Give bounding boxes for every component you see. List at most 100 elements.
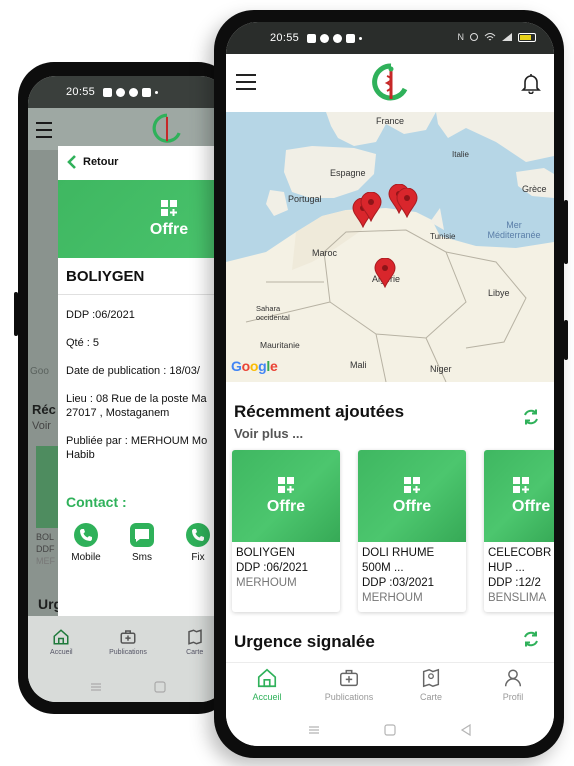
card-name: DOLI RHUME 500M ... [362,547,435,574]
back-triangle-icon[interactable] [459,723,473,737]
map-label-espagne: Espagne [330,168,366,178]
home-square-icon[interactable] [153,680,167,694]
card-banner: Offre [358,450,466,542]
alarm-status-icon [470,33,478,41]
recents-icon[interactable] [89,680,103,694]
map-view[interactable]: France Italie Espagne Portugal Grèce Tun… [226,112,554,382]
app-status-icon [129,87,139,97]
google-letter: G [231,358,242,374]
system-nav [226,714,554,746]
message-status-icon [116,87,126,97]
contact-sms-button[interactable]: Sms [114,522,170,563]
mail-status-icon [346,33,356,43]
status-time: 20:55 [270,32,300,44]
status-icons [307,33,363,43]
refresh-icon[interactable] [522,408,540,426]
quantity-line: Qté : 5 [66,337,100,349]
status-right-icons: N [458,32,536,42]
nav-publications[interactable]: Publications [308,663,390,714]
menu-icon[interactable] [236,74,256,90]
card-name: BOLIYGEN [236,547,295,559]
back-nav-accueil-label: Accueil [50,649,73,656]
offer-card[interactable]: Offre CELECOBR HUP ... DDP :12/2 BENSLIM… [484,450,554,612]
contact-mobile-button[interactable]: Mobile [58,522,114,563]
battery-status-icon [518,32,536,42]
card-banner-label: Offre [266,498,306,515]
recents-icon[interactable] [307,723,321,737]
offer-icon [278,477,294,493]
offer-card[interactable]: Offre DOLI RHUME 500M ... DDP :03/2021 M… [358,450,466,612]
nav-carte[interactable]: Carte [390,663,472,714]
front-phone: 20:55 N France Italie Espagne Portugal G… [214,10,568,758]
back-system-nav [28,672,228,702]
more-status-icon [359,36,363,40]
home-icon [53,629,69,645]
google-letter: o [249,358,259,374]
card-banner-label: Offre [512,498,551,515]
retour-button[interactable]: Retour [58,146,228,178]
voir-plus-link[interactable]: Voir plus ... [234,426,303,441]
mail-status-icon [142,87,152,97]
contact-sms-label: Sms [132,552,152,563]
volume-button [564,200,568,264]
nav-publications-label: Publications [324,692,374,702]
map-pin[interactable] [374,258,396,288]
phone-icon [74,523,98,547]
map-icon [187,629,202,645]
offer-banner: Offre [58,180,228,258]
map-icon [422,668,440,688]
map-label-mauritanie: Mauritanie [260,340,300,350]
app-bar [226,54,554,112]
nav-profil-label: Profil [502,692,524,702]
message-status-icon [320,33,330,43]
map-label-portugal: Portugal [288,194,322,204]
map-label-mali: Mali [350,360,367,370]
card-ddp: DDP :12/2 [488,577,541,589]
back-phone-side-button [14,292,18,336]
retour-label: Retour [83,156,119,168]
contact-buttons: Mobile Sms Fix [58,522,228,563]
back-nav-accueil[interactable]: Accueil [28,624,95,670]
map-pin[interactable] [360,192,382,222]
back-status-icons [103,87,159,97]
nav-profil[interactable]: Profil [472,663,554,714]
refresh-icon[interactable] [522,630,540,648]
map-label-mer-mediterranee: Mer Méditerranée [487,220,541,240]
back-nav-publications[interactable]: Publications [95,624,162,670]
urgent-section-title: Urgence signalée [234,632,375,651]
map-pin[interactable] [396,188,418,218]
chevron-left-icon [67,155,76,169]
phone-icon [186,523,210,547]
card-owner: BENSLIMA [488,592,547,604]
publication-date-line: Date de publication : 18/03/ [66,365,200,377]
nav-accueil[interactable]: Accueil [226,663,308,714]
wifi-status-icon [484,33,496,41]
published-by-line: Publiée par : MERHOUM Mo Habib [66,435,208,461]
front-phone-screen: 20:55 N France Italie Espagne Portugal G… [226,22,554,746]
offer-card[interactable]: Offre BOLIYGEN DDP :06/2021 MERHOUM [232,450,340,612]
offer-banner-label: Offre [149,221,189,238]
pharmacy-logo [372,63,408,101]
map-label-maroc: Maroc [312,248,338,258]
home-square-icon[interactable] [383,723,397,737]
back-card-peek [36,446,58,528]
map-label-italie: Italie [452,150,469,159]
bottom-nav: Accueil Publications Carte Profil [226,662,554,714]
home-icon [257,668,277,688]
bell-icon[interactable] [520,72,542,94]
google-letter: o [241,358,251,374]
nav-carte-label: Carte [419,692,442,702]
back-bottom-nav: Accueil Publications Carte [28,624,228,670]
back-card-peek-line-1: BOL [36,532,55,542]
card-banner-label: Offre [392,498,432,515]
card-name: CELECOBR HUP ... [488,547,552,574]
card-owner: MERHOUM [362,592,423,604]
nav-accueil-label: Accueil [252,692,282,702]
back-card-peek-line-3: MEF [36,556,55,566]
map-label-niger: Niger [430,364,452,374]
offer-detail-dialog: Retour Offre BOLIYGEN DDP :06/2021 Qté :… [58,146,228,616]
back-status-time: 20:55 [66,86,96,98]
status-bar: 20:55 N [226,22,554,54]
back-menu-icon[interactable] [36,122,52,138]
offer-icon [513,477,529,493]
